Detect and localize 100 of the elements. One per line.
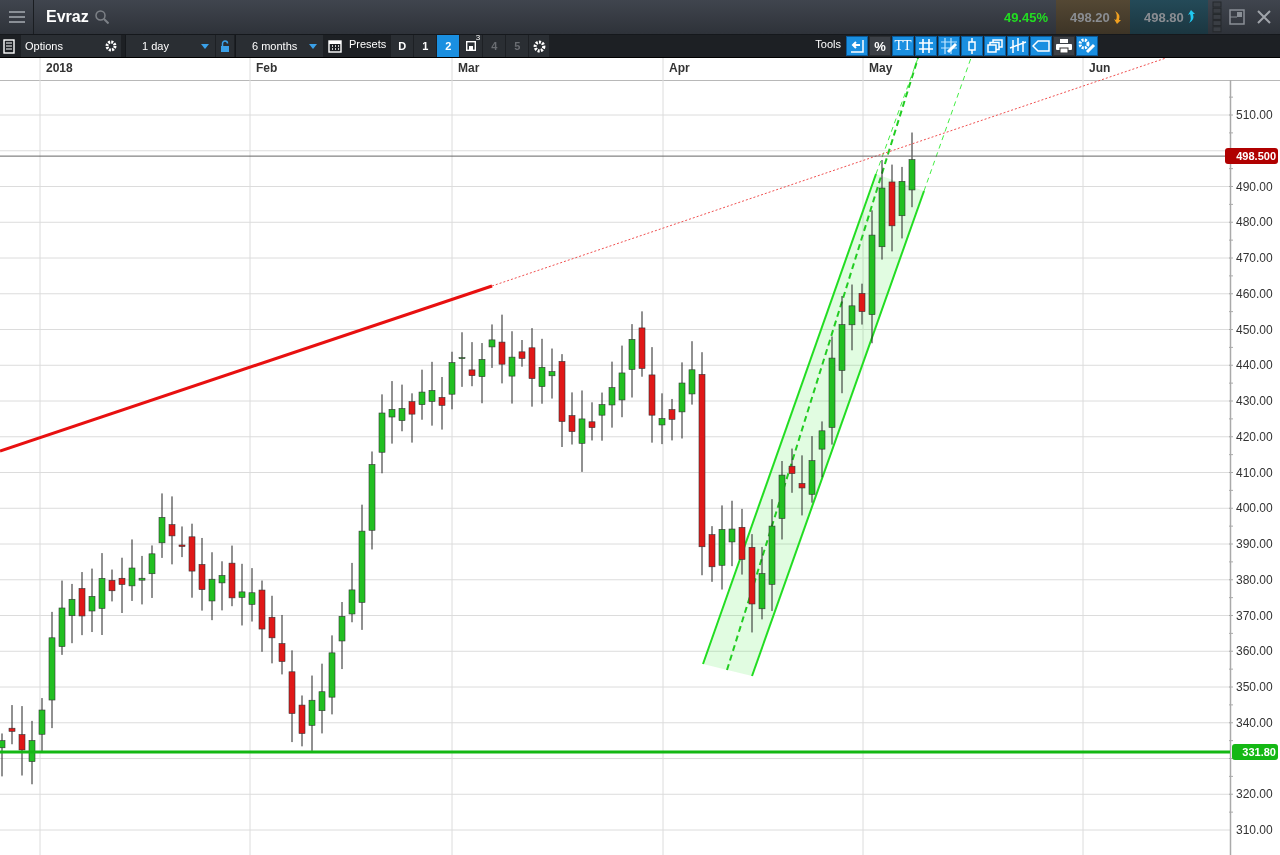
tools-label: Tools bbox=[814, 38, 842, 50]
list-icon[interactable] bbox=[3, 38, 15, 54]
restore-icon[interactable] bbox=[1229, 9, 1245, 25]
candle bbox=[338, 601, 346, 670]
date-label: Mar bbox=[458, 61, 480, 75]
candle bbox=[858, 283, 866, 326]
candle bbox=[0, 732, 6, 777]
candle bbox=[68, 583, 76, 644]
tag-tool-button[interactable] bbox=[1030, 36, 1052, 56]
candle bbox=[318, 663, 326, 734]
candle bbox=[478, 342, 486, 404]
date-label: Apr bbox=[669, 61, 690, 75]
settings-icon[interactable] bbox=[532, 39, 546, 53]
candle bbox=[418, 369, 426, 421]
candle bbox=[548, 348, 556, 400]
candle bbox=[428, 361, 436, 427]
bars-tool-button[interactable] bbox=[1007, 36, 1029, 56]
preset-button[interactable]: 1 bbox=[414, 35, 437, 57]
axis-label: 440.00 bbox=[1236, 358, 1273, 373]
candle bbox=[28, 720, 36, 785]
axis-label: 390.00 bbox=[1236, 537, 1273, 551]
draw-tool-button[interactable] bbox=[938, 36, 960, 56]
axis-label: 420.00 bbox=[1236, 429, 1273, 444]
candle bbox=[268, 595, 276, 664]
candle bbox=[408, 392, 416, 444]
candle bbox=[518, 339, 526, 368]
print-tool-button[interactable] bbox=[1053, 36, 1075, 56]
candle bbox=[168, 495, 176, 565]
grid-tool-button[interactable] bbox=[915, 36, 937, 56]
candle bbox=[588, 401, 596, 441]
calendar-icon[interactable] bbox=[328, 39, 342, 53]
candle bbox=[798, 454, 806, 516]
presets-label: Presets bbox=[348, 38, 388, 50]
candle bbox=[488, 323, 496, 369]
candle bbox=[538, 338, 546, 405]
candle bbox=[108, 569, 116, 602]
axis-label: 410.00 bbox=[1236, 465, 1273, 480]
search-icon[interactable] bbox=[94, 10, 109, 24]
candle bbox=[238, 563, 246, 626]
date-label: 2018 bbox=[46, 61, 73, 75]
candle bbox=[848, 284, 856, 351]
candle bbox=[598, 392, 606, 442]
axis-label: 460.00 bbox=[1236, 286, 1273, 301]
axis-label: 340.00 bbox=[1236, 715, 1273, 730]
date-label: Jun bbox=[1089, 61, 1111, 75]
candle bbox=[738, 508, 746, 576]
candle bbox=[498, 314, 506, 384]
options-button[interactable]: Options bbox=[21, 35, 101, 57]
axis-label: 430.00 bbox=[1236, 394, 1273, 408]
date-label: Feb bbox=[256, 61, 278, 75]
candle bbox=[468, 341, 476, 387]
axis-label: 310.00 bbox=[1236, 823, 1273, 837]
candle bbox=[458, 331, 466, 388]
lock-icon[interactable] bbox=[220, 40, 230, 52]
candle bbox=[138, 555, 146, 605]
settings-icon[interactable] bbox=[105, 40, 117, 52]
candle bbox=[148, 544, 156, 599]
settings-tool-button[interactable] bbox=[1076, 36, 1098, 56]
candle bbox=[158, 492, 166, 559]
candle bbox=[388, 380, 396, 445]
preset-button[interactable]: D bbox=[391, 35, 414, 57]
layers-tool-button[interactable] bbox=[984, 36, 1006, 56]
candle bbox=[78, 571, 86, 636]
trend-line[interactable] bbox=[0, 284, 493, 453]
date-label: May bbox=[869, 61, 893, 75]
candle bbox=[638, 310, 646, 378]
price-tag: 498.500 bbox=[1225, 148, 1278, 165]
exit-tool-button[interactable] bbox=[846, 36, 868, 56]
save-icon bbox=[466, 41, 477, 51]
candle bbox=[448, 351, 456, 410]
candle-tool-button[interactable] bbox=[961, 36, 983, 56]
candle bbox=[218, 560, 226, 611]
exit-icon bbox=[849, 39, 865, 53]
candle bbox=[728, 500, 736, 567]
axis-label: 360.00 bbox=[1236, 644, 1273, 659]
grid-icon bbox=[919, 39, 933, 53]
candle bbox=[608, 361, 616, 429]
axis-label: 470.00 bbox=[1236, 251, 1273, 265]
candle bbox=[668, 398, 676, 441]
axis-label: 320.00 bbox=[1236, 787, 1273, 802]
percent-tool-button[interactable]: % bbox=[869, 36, 891, 56]
menu-icon[interactable] bbox=[8, 11, 25, 23]
range-dropdown[interactable]: 6 months bbox=[235, 35, 323, 57]
candle bbox=[348, 562, 356, 623]
preset-button[interactable]: 3 bbox=[460, 35, 483, 57]
candle bbox=[118, 557, 126, 614]
up-arrow-icon bbox=[1186, 10, 1196, 24]
close-icon[interactable] bbox=[1257, 10, 1271, 24]
axis-label: 370.00 bbox=[1236, 608, 1273, 623]
price-tag: 331.80 bbox=[1232, 744, 1278, 761]
down-arrow-icon bbox=[1112, 10, 1122, 24]
candle bbox=[18, 705, 26, 776]
interval-dropdown[interactable]: 1 day bbox=[125, 35, 215, 57]
candle bbox=[818, 420, 826, 478]
axis-label: 400.00 bbox=[1236, 501, 1273, 516]
bars-icon bbox=[1009, 38, 1027, 54]
instrument-title: Evraz bbox=[46, 8, 89, 26]
candle bbox=[8, 704, 16, 745]
depth-icon bbox=[1212, 1, 1222, 33]
candle bbox=[278, 614, 286, 675]
